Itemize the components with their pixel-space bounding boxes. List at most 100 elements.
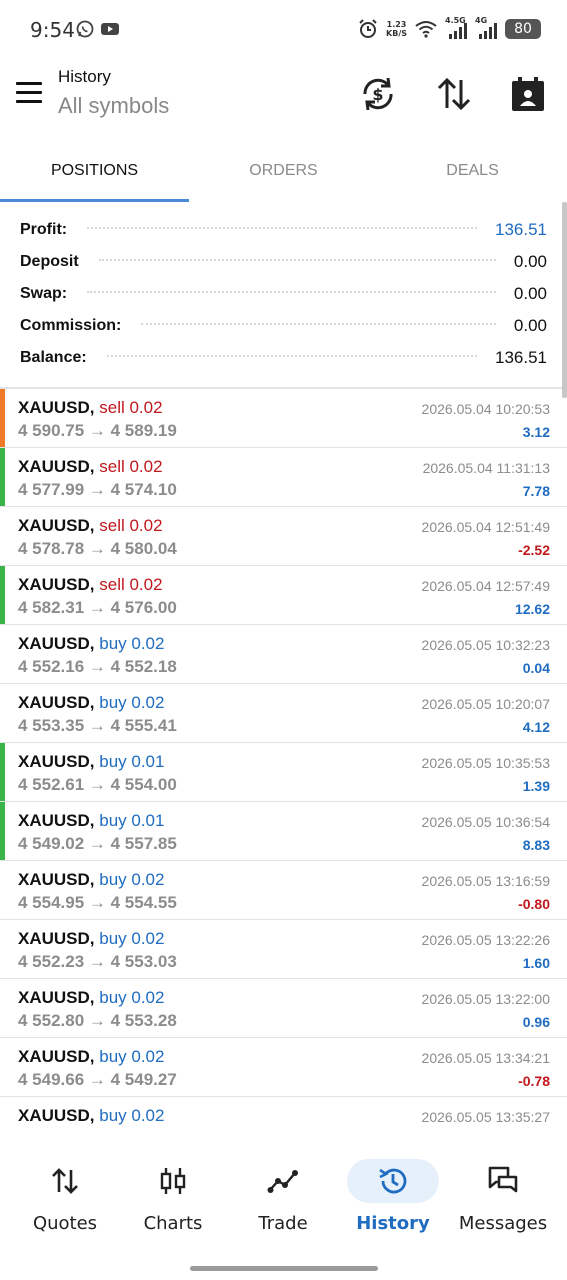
nav-label: Messages (458, 1213, 548, 1234)
nav-trade[interactable]: Trade (228, 1159, 338, 1239)
table-row[interactable]: XAUUSD, buy 0.02 4 552.16 → 4 552.18 2026.… (0, 625, 567, 684)
position-type: sell 0.02 (99, 575, 163, 594)
position-title: XAUUSD, sell 0.02 (18, 516, 163, 536)
position-prices: 4 552.16 → 4 552.18 (18, 657, 177, 676)
table-row[interactable]: XAUUSD, buy 0.01 4 549.02 → 4 557.85 2026.… (0, 802, 567, 861)
position-symbol: XAUUSD, (18, 1106, 95, 1125)
position-profit: 3.12 (522, 424, 550, 440)
position-datetime: 2026.05.05 10:36:54 (421, 814, 550, 830)
position-profit: 12.62 (514, 601, 550, 617)
nav-label: Trade (258, 1213, 308, 1234)
table-row[interactable]: XAUUSD, sell 0.02 4 578.78 → 4 580.04 2026… (0, 507, 567, 566)
alarm-icon (359, 19, 377, 38)
scrollbar[interactable] (562, 202, 567, 398)
nav-charts[interactable]: Charts (118, 1159, 228, 1239)
position-symbol: XAUUSD, (18, 988, 95, 1007)
position-type: buy 0.02 (99, 929, 165, 948)
position-type: buy 0.02 (99, 988, 165, 1007)
position-symbol: XAUUSD, (18, 693, 95, 712)
position-title: XAUUSD, buy 0.02 (18, 634, 164, 654)
table-row[interactable]: XAUUSD, buy 0.02 4 554.95 → 4 554.55 2026.… (0, 861, 567, 920)
summary-value: 136.51 (495, 348, 547, 367)
bottom-navigation: Quotes Charts Trade History Messages (0, 1131, 567, 1280)
position-profit: 0.96 (522, 1014, 550, 1030)
summary-balance: Balance: 136.51 (0, 342, 567, 374)
position-datetime: 2026.05.05 10:20:07 (421, 696, 550, 712)
network-speed: 1.23 KB/S (386, 20, 407, 38)
signal-1: 4.5G (445, 16, 467, 40)
tab-deals[interactable]: DEALS (378, 140, 567, 202)
dotted-leader (87, 291, 496, 293)
position-type: buy 0.02 (99, 1047, 165, 1066)
table-row[interactable]: XAUUSD, sell 0.02 4 590.75 → 4 589.19 2026… (0, 389, 567, 448)
summary-value: 0.00 (513, 284, 547, 303)
position-prices: 4 554.95 → 4 554.55 (18, 893, 177, 912)
position-title: XAUUSD, buy 0.02 (18, 1047, 164, 1067)
position-datetime: 2026.05.05 13:34:21 (421, 1050, 550, 1066)
position-title: XAUUSD, sell 0.02 (18, 398, 163, 418)
position-symbol: XAUUSD, (18, 929, 95, 948)
position-type: sell 0.02 (99, 457, 163, 476)
table-row[interactable]: XAUUSD, buy 0.02 4 552.80 → 4 553.28 2026.… (0, 979, 567, 1038)
dotted-leader (106, 355, 477, 357)
summary-label: Commission: (20, 317, 122, 334)
position-type: buy 0.02 (99, 1106, 165, 1125)
position-datetime: 2026.05.04 11:31:13 (422, 460, 550, 476)
table-row[interactable]: XAUUSD, buy 0.02 4 549.66 → 4 549.27 2026.… (0, 1038, 567, 1097)
position-symbol: XAUUSD, (18, 752, 95, 771)
summary-value: 0.00 (513, 252, 547, 271)
tab-positions[interactable]: POSITIONS (0, 140, 189, 202)
position-title: XAUUSD, buy 0.02 (18, 988, 164, 1008)
position-symbol: XAUUSD, (18, 398, 95, 417)
position-symbol: XAUUSD, (18, 516, 95, 535)
candles-icon (160, 1168, 186, 1194)
position-prices: 4 582.31 → 4 576.00 (18, 598, 177, 617)
dotted-leader (98, 259, 496, 261)
table-row[interactable]: XAUUSD, buy 0.024 547.24 → 4 552.242026.… (0, 1097, 567, 1131)
nav-quotes[interactable]: Quotes (10, 1159, 120, 1239)
position-title: XAUUSD, sell 0.02 (18, 457, 163, 477)
position-prices: 4 590.75 → 4 589.19 (18, 421, 177, 440)
nav-messages[interactable]: Messages (448, 1159, 558, 1239)
position-prices: 4 549.66 → 4 549.27 (18, 1070, 177, 1089)
summary-panel: Profit: 136.51 Deposit 0.00 Swap: 0.00 C… (0, 214, 567, 386)
summary-value: 136.51 (495, 220, 547, 239)
position-symbol: XAUUSD, (18, 1047, 95, 1066)
calendar-icon[interactable] (508, 74, 548, 114)
table-row[interactable]: XAUUSD, buy 0.02 4 553.35 → 4 555.41 2026.… (0, 684, 567, 743)
table-row[interactable]: XAUUSD, buy 0.02 4 552.23 → 4 553.03 2026.… (0, 920, 567, 979)
position-symbol: XAUUSD, (18, 634, 95, 653)
position-title: XAUUSD, buy 0.02 (18, 870, 164, 890)
youtube-icon (101, 23, 119, 35)
table-row[interactable]: XAUUSD, sell 0.02 4 577.99 → 4 574.10 2026… (0, 448, 567, 507)
arrows-updown-icon (52, 1168, 78, 1194)
wifi-icon (415, 21, 437, 38)
summary-label: Swap: (20, 285, 68, 302)
position-profit: 0.04 (522, 660, 550, 676)
symbol-filter[interactable]: All symbols (58, 93, 169, 119)
history-tabs: POSITIONS ORDERS DEALS (0, 140, 567, 202)
table-row[interactable]: XAUUSD, buy 0.01 4 552.61 → 4 554.00 2026.… (0, 743, 567, 802)
tab-orders[interactable]: ORDERS (189, 140, 378, 202)
svg-text:$: $ (372, 85, 383, 104)
status-notification-icons (76, 20, 120, 38)
position-prices: 4 549.02 → 4 557.85 (18, 834, 177, 853)
nav-label: History (356, 1213, 430, 1234)
home-indicator[interactable] (190, 1266, 378, 1271)
page-title: History (58, 67, 111, 86)
position-prices: 4 552.23 → 4 553.03 (18, 952, 177, 971)
nav-history[interactable]: History (338, 1159, 448, 1239)
summary-profit: Profit: 136.51 (0, 214, 567, 246)
sort-icon[interactable] (434, 74, 474, 114)
currency-exchange-icon[interactable]: $ (358, 74, 398, 114)
hamburger-menu-icon[interactable] (16, 82, 44, 106)
dotted-leader (87, 227, 477, 229)
whatsapp-icon (76, 20, 94, 38)
table-row[interactable]: XAUUSD, sell 0.02 4 582.31 → 4 576.00 2026… (0, 566, 567, 625)
position-status-bar (0, 566, 5, 624)
positions-list[interactable]: XAUUSD, sell 0.02 4 590.75 → 4 589.19 2026… (0, 389, 567, 1131)
position-profit: 1.39 (522, 778, 550, 794)
position-prices: 4 553.35 → 4 555.41 (18, 716, 177, 735)
summary-label: Profit: (20, 221, 68, 238)
history-icon (379, 1168, 407, 1194)
